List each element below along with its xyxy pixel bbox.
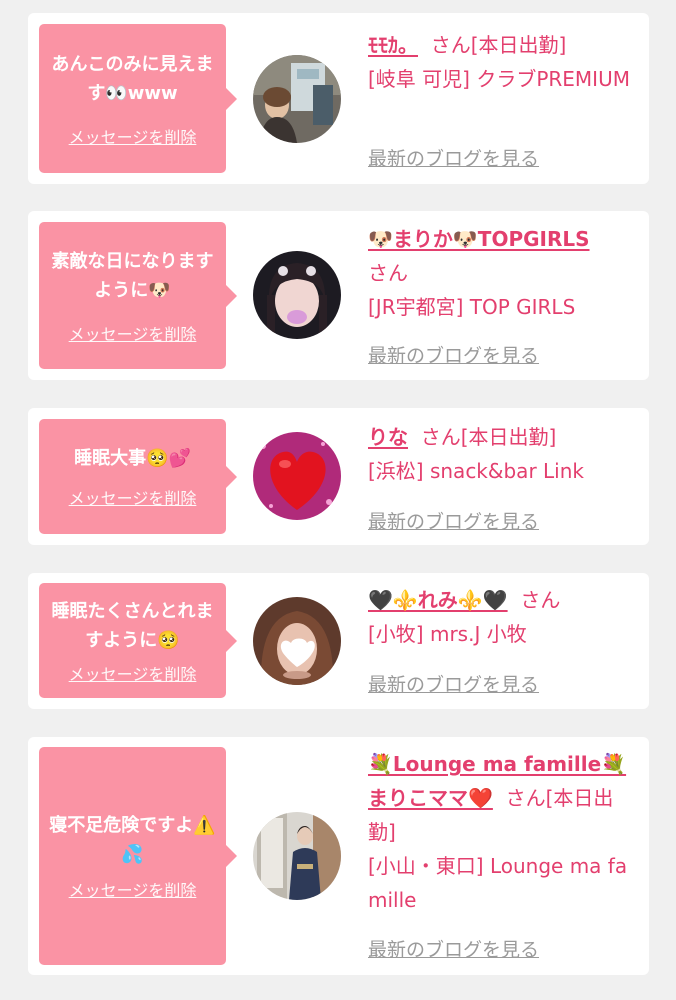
cast-suffix: さん <box>520 588 561 612</box>
message-bubble: 寝不足危険ですよ⚠️💦 メッセージを削除 <box>39 747 237 965</box>
message-card: 睡眠たくさんとれますように🥺 メッセージを削除 🖤⚜️れみ⚜️🖤 さん [小牧]… <box>28 573 649 709</box>
shop-name: [JR宇都宮] TOP GIRLS <box>368 295 576 319</box>
delete-message-link[interactable]: メッセージを削除 <box>69 877 197 901</box>
photo-avatar-icon <box>253 251 341 339</box>
cast-info: りな さん[本日出勤] [浜松] snack&bar Link <box>368 420 640 488</box>
delete-message-link[interactable]: メッセージを削除 <box>69 124 197 148</box>
cast-suffix: さん[本日出勤] <box>430 33 567 57</box>
cast-info: 💐Lounge ma famille💐まりこママ❤️ さん[本日出勤] [小山・… <box>368 747 640 917</box>
cast-name-link[interactable]: 🐶まりか🐶TOPGIRLS <box>368 227 590 251</box>
latest-blog-link[interactable]: 最新のブログを見る <box>368 507 539 534</box>
cast-info: 🖤⚜️れみ⚜️🖤 さん [小牧] mrs.J 小牧 <box>368 583 640 651</box>
shop-name: [小山・東口] Lounge ma famille <box>368 854 628 912</box>
message-text: 睡眠たくさんとれますように🥺 <box>51 600 214 651</box>
avatar[interactable] <box>253 597 341 685</box>
cast-name-link[interactable]: ﾓﾓｶ。 <box>368 33 418 57</box>
shop-name: [小牧] mrs.J 小牧 <box>368 622 527 646</box>
message-bubble: 睡眠たくさんとれますように🥺 メッセージを削除 <box>39 583 237 698</box>
avatar[interactable] <box>253 55 341 143</box>
latest-blog-link[interactable]: 最新のブログを見る <box>368 144 539 171</box>
cast-suffix: さん[本日出勤] <box>420 425 557 449</box>
cast-name-link[interactable]: りな <box>368 425 408 449</box>
message-bubble: 睡眠大事🥺💕 メッセージを削除 <box>39 419 237 534</box>
message-card: 素敵な日になりますように🐶 メッセージを削除 🐶まりか🐶TOPGIRLS さん … <box>28 211 649 380</box>
message-card: あんこのみに見えます👀www メッセージを削除 ﾓﾓｶ。 さん[本日出勤] [岐… <box>28 13 649 184</box>
latest-blog-link[interactable]: 最新のブログを見る <box>368 670 539 697</box>
message-bubble: あんこのみに見えます👀www メッセージを削除 <box>39 24 237 173</box>
message-text: 寝不足危険ですよ⚠️💦 <box>49 815 216 865</box>
latest-blog-link[interactable]: 最新のブログを見る <box>368 935 539 962</box>
avatar[interactable] <box>253 251 341 339</box>
message-text: 睡眠大事🥺💕 <box>74 448 191 469</box>
avatar[interactable] <box>253 432 341 520</box>
heart-avatar-icon <box>253 432 341 520</box>
message-card: 睡眠大事🥺💕 メッセージを削除 りな さん[本日出勤] [浜松] snack&b… <box>28 408 649 545</box>
cast-name-link[interactable]: 🖤⚜️れみ⚜️🖤 <box>368 588 508 612</box>
photo-avatar-icon <box>253 597 341 685</box>
photo-avatar-icon <box>253 812 341 900</box>
message-text: あんこのみに見えます👀www <box>51 53 214 104</box>
message-text: 素敵な日になりますように🐶 <box>51 250 214 301</box>
message-bubble: 素敵な日になりますように🐶 メッセージを削除 <box>39 222 237 369</box>
cast-suffix: さん <box>368 261 408 285</box>
photo-avatar-icon <box>253 55 341 143</box>
delete-message-link[interactable]: メッセージを削除 <box>69 321 197 345</box>
cast-info: 🐶まりか🐶TOPGIRLS さん [JR宇都宮] TOP GIRLS <box>368 222 640 324</box>
message-card: 寝不足危険ですよ⚠️💦 メッセージを削除 💐Lounge ma famille💐… <box>28 737 649 975</box>
message-list: あんこのみに見えます👀www メッセージを削除 ﾓﾓｶ。 さん[本日出勤] [岐… <box>0 0 676 1000</box>
shop-name: [岐阜 可児] クラブPREMIUM <box>368 67 630 91</box>
latest-blog-link[interactable]: 最新のブログを見る <box>368 341 539 368</box>
cast-info: ﾓﾓｶ。 さん[本日出勤] [岐阜 可児] クラブPREMIUM <box>368 28 640 96</box>
delete-message-link[interactable]: メッセージを削除 <box>69 485 197 509</box>
shop-name: [浜松] snack&bar Link <box>368 459 584 483</box>
avatar[interactable] <box>253 812 341 900</box>
delete-message-link[interactable]: メッセージを削除 <box>69 661 197 685</box>
